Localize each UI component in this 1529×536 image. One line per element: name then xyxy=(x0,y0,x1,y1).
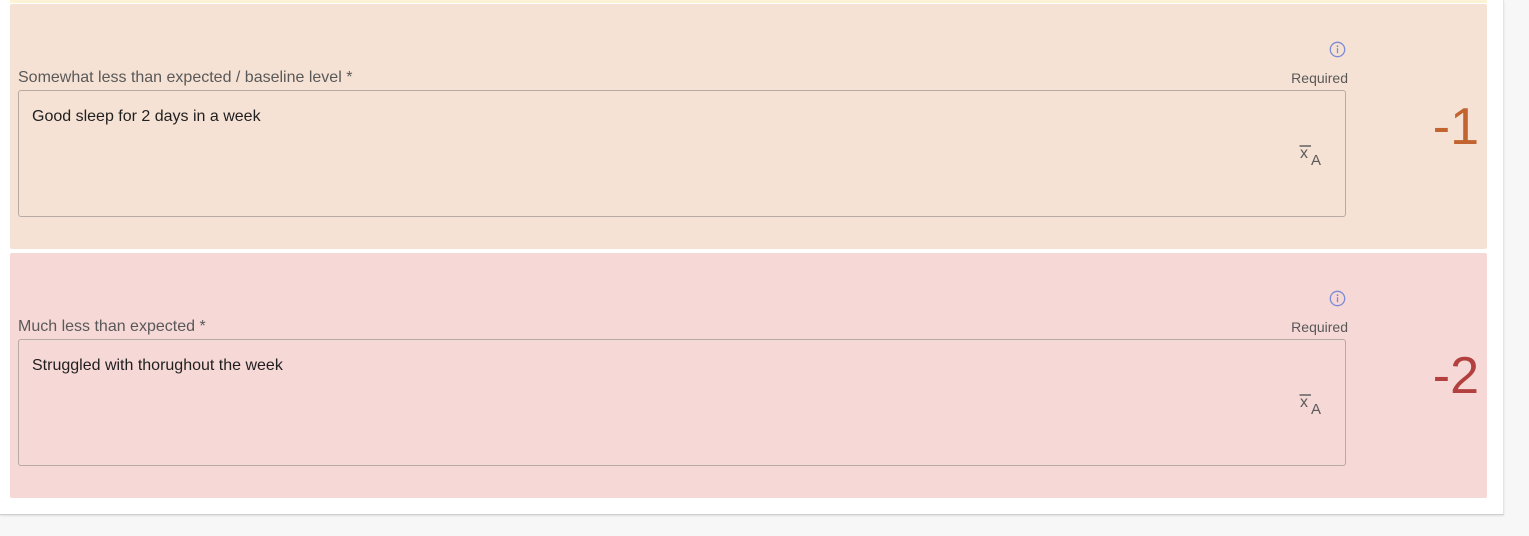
score-value: -2 xyxy=(1432,347,1479,405)
level-description-textarea[interactable]: Struggled with thorughout the week x A xyxy=(18,339,1346,466)
info-circle-icon[interactable] xyxy=(1329,290,1346,307)
level-panel-minus-1: Somewhat less than expected / baseline l… xyxy=(10,4,1487,249)
required-note: Required xyxy=(1291,319,1348,335)
svg-text:x: x xyxy=(1300,145,1308,162)
textarea-value: Struggled with thorughout the week xyxy=(32,357,283,374)
svg-text:A: A xyxy=(1311,152,1321,169)
textarea-value: Good sleep for 2 days in a week xyxy=(32,108,261,125)
previous-level-panel-edge xyxy=(10,0,1487,3)
field-label: Much less than expected * xyxy=(18,318,206,335)
required-note: Required xyxy=(1291,70,1348,86)
translate-icon[interactable]: x A xyxy=(1299,392,1325,418)
svg-text:A: A xyxy=(1311,401,1321,418)
svg-text:x: x xyxy=(1300,394,1308,411)
translate-icon[interactable]: x A xyxy=(1299,143,1325,169)
goal-levels-card: Somewhat less than expected / baseline l… xyxy=(0,0,1504,515)
field-label: Somewhat less than expected / baseline l… xyxy=(18,69,353,86)
info-circle-icon[interactable] xyxy=(1329,41,1346,58)
level-panel-minus-2: Much less than expected * Required Strug… xyxy=(10,253,1487,498)
level-description-textarea[interactable]: Good sleep for 2 days in a week x A xyxy=(18,90,1346,217)
score-value: -1 xyxy=(1432,98,1479,156)
